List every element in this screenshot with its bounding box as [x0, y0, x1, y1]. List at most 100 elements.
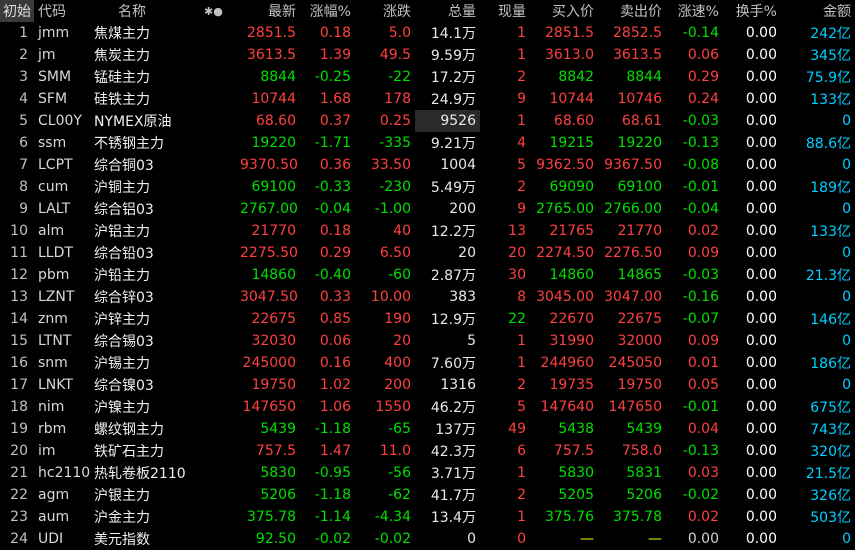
col-turnover[interactable]: 换手% [723, 0, 781, 22]
col-amount[interactable]: 金额 [781, 0, 855, 22]
table-row[interactable]: 19 rbm 螺纹钢主力 5439 -1.18 -65 137万 49 5438 5439 0.04… [0, 418, 855, 440]
code-cell: LZNT [38, 289, 75, 305]
turnover-cell: 0.00 [745, 25, 777, 41]
name-cell: 沪镍主力 [94, 400, 150, 416]
table-row[interactable]: 7 LCPT 综合铜03 9370.50 0.36 33.50 1004 5 9362.50 93… [0, 154, 855, 176]
col-bid[interactable]: 买入价 [530, 0, 598, 22]
change-cell: 20 [393, 333, 411, 349]
speed-cell: 0.09 [687, 245, 719, 261]
table-row[interactable]: 21 hc2110 热轧卷板2110 5830 -0.95 -56 3.71万 1 5830 58… [0, 462, 855, 484]
table-row[interactable]: 3 SMM 锰硅主力 8844 -0.25 -22 17.2万 2 8842 8844 0.29 0.… [0, 66, 855, 88]
total-volume-cell: 1004 [440, 157, 476, 173]
bid-price-cell: 2765.00 [536, 201, 594, 217]
col-ask[interactable]: 卖出价 [598, 0, 666, 22]
name-cell: 综合锌03 [94, 290, 154, 306]
turnover-cell: 0.00 [745, 135, 777, 151]
current-volume-cell: 22 [508, 311, 526, 327]
ask-price-cell: 14865 [617, 267, 662, 283]
row-index: 12 [10, 267, 28, 283]
col-change-pct[interactable]: 涨幅% [300, 0, 355, 22]
row-index: 19 [10, 421, 28, 437]
total-volume-cell: 5.49万 [430, 180, 476, 196]
name-cell: 螺纹钢主力 [94, 422, 164, 438]
col-total-volume[interactable]: 总量 [415, 0, 480, 22]
spacer-cell [204, 286, 240, 308]
spacer-cell [204, 330, 240, 352]
table-row[interactable]: 20 im 铁矿石主力 757.5 1.47 11.0 42.3万 6 757.5 758.0 -0… [0, 440, 855, 462]
bid-price-cell: 3613.0 [545, 47, 594, 63]
table-row[interactable]: 17 LNKT 综合镍03 19750 1.02 200 1316 2 19735 19750 0.… [0, 374, 855, 396]
change-pct-cell: -0.25 [314, 69, 351, 85]
amount-cell: 0 [842, 377, 851, 393]
change-cell: 11.0 [379, 443, 411, 459]
star-settings-icon[interactable]: ✱● [204, 0, 240, 22]
ask-price-cell: 22675 [617, 311, 662, 327]
amount-cell: 0 [842, 333, 851, 349]
table-row[interactable]: 1 jmm 焦煤主力 2851.5 0.18 5.0 14.1万 1 2851.5 2852.5 -… [0, 22, 855, 44]
table-row[interactable]: 4 SFM 硅铁主力 10744 1.68 178 24.9万 9 10744 10746 0.24… [0, 88, 855, 110]
col-speed[interactable]: 涨速% [666, 0, 723, 22]
row-index: 2 [19, 47, 28, 63]
speed-cell: -0.13 [682, 135, 719, 151]
table-row[interactable]: 9 LALT 综合铝03 2767.00 -0.04 -1.00 200 9 2765.00 27… [0, 198, 855, 220]
speed-cell: -0.14 [682, 25, 719, 41]
spacer-cell [204, 44, 240, 66]
col-code[interactable]: 代码 [34, 0, 94, 22]
change-pct-cell: 1.47 [319, 443, 351, 459]
total-volume-cell: 42.3万 [430, 444, 476, 460]
reset-button[interactable]: 初始 [0, 0, 34, 22]
col-last[interactable]: 最新 [240, 0, 300, 22]
current-volume-cell: 2 [517, 179, 526, 195]
last-price-cell: 14860 [251, 267, 296, 283]
table-row[interactable]: 18 nim 沪镍主力 147650 1.06 1550 46.2万 5 147640 14765… [0, 396, 855, 418]
col-change[interactable]: 涨跌 [355, 0, 415, 22]
table-row[interactable]: 14 znm 沪锌主力 22675 0.85 190 12.9万 22 22670 22675 -0… [0, 308, 855, 330]
ask-price-cell: 3613.5 [613, 47, 662, 63]
table-row[interactable]: 5 CL00Y NYMEX原油 68.60 0.37 0.25 9526 1 68.60 68.6… [0, 110, 855, 132]
total-volume-cell: 3.71万 [430, 466, 476, 482]
speed-cell: -0.03 [682, 113, 719, 129]
name-cell: 沪铝主力 [94, 224, 150, 240]
amount-cell: 320亿 [810, 444, 851, 460]
table-row[interactable]: 11 LLDT 综合铅03 2275.50 0.29 6.50 20 20 2274.50 227… [0, 242, 855, 264]
table-row[interactable]: 2 jm 焦炭主力 3613.5 1.39 49.5 9.59万 1 3613.0 3613.5 0… [0, 44, 855, 66]
col-name[interactable]: 名称 [94, 0, 204, 22]
bid-price-cell: 5830 [558, 465, 594, 481]
turnover-cell: 0.00 [745, 377, 777, 393]
last-price-cell: 21770 [251, 223, 296, 239]
total-volume-cell: 5 [467, 333, 476, 349]
spacer-cell [204, 264, 240, 286]
name-cell: 焦炭主力 [94, 48, 150, 64]
table-row[interactable]: 16 snm 沪锡主力 245000 0.16 400 7.60万 1 244960 245050… [0, 352, 855, 374]
bid-price-cell: 8842 [558, 69, 594, 85]
table-row[interactable]: 13 LZNT 综合锌03 3047.50 0.33 10.00 383 8 3045.00 30… [0, 286, 855, 308]
table-row[interactable]: 23 aum 沪金主力 375.78 -1.14 -4.34 13.4万 1 375.76 375… [0, 506, 855, 528]
total-volume-cell: 7.60万 [430, 356, 476, 372]
ask-price-cell: 68.61 [621, 113, 662, 129]
row-index: 10 [10, 223, 28, 239]
code-cell: LCPT [38, 157, 73, 173]
current-volume-cell: 8 [517, 289, 526, 305]
table-row[interactable]: 6 ssm 不锈钢主力 19220 -1.71 -335 9.21万 4 19215 19220 -… [0, 132, 855, 154]
table-row[interactable]: 24 UDI 美元指数 92.50 -0.02 -0.02 0 0 — — 0.00 0.00 0 [0, 528, 855, 550]
change-pct-cell: -1.71 [314, 135, 351, 151]
change-pct-cell: -0.04 [314, 201, 351, 217]
table-row[interactable]: 10 alm 沪铝主力 21770 0.18 40 12.2万 13 21765 21770 0.0… [0, 220, 855, 242]
ask-price-cell: 2276.50 [604, 245, 662, 261]
table-row[interactable]: 22 agm 沪银主力 5206 -1.18 -62 41.7万 2 5205 5206 -0.02… [0, 484, 855, 506]
ask-price-cell: 5206 [626, 487, 662, 503]
table-row[interactable]: 15 LTNT 综合锡03 32030 0.06 20 5 1 31990 32000 0.09 0.… [0, 330, 855, 352]
ask-price-cell: 2852.5 [613, 25, 662, 41]
current-volume-cell: 1 [517, 333, 526, 349]
turnover-cell: 0.00 [745, 267, 777, 283]
total-volume-cell: 9.21万 [430, 136, 476, 152]
table-row[interactable]: 12 pbm 沪铅主力 14860 -0.40 -60 2.87万 30 14860 14865 -… [0, 264, 855, 286]
change-pct-cell: 1.02 [319, 377, 351, 393]
amount-cell: 503亿 [810, 510, 851, 526]
row-index: 9 [19, 201, 28, 217]
col-current-volume[interactable]: 现量 [480, 0, 530, 22]
table-row[interactable]: 8 cum 沪铜主力 69100 -0.33 -230 5.49万 2 69090 69100 -0… [0, 176, 855, 198]
current-volume-cell: 5 [517, 399, 526, 415]
spacer-cell [204, 242, 240, 264]
code-cell: cum [38, 179, 69, 195]
